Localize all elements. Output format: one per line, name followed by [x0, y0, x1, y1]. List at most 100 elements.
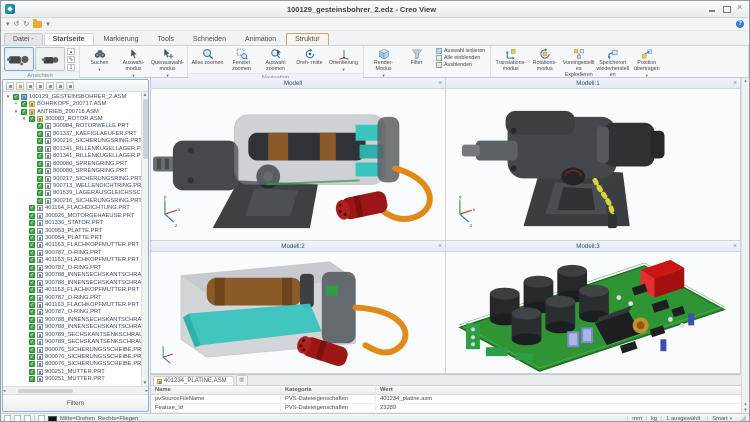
tree-item[interactable]: 900216_SICHERUNGSRING.PRT — [3, 197, 141, 204]
tree-checkbox[interactable] — [37, 168, 43, 174]
tree-checkbox[interactable] — [29, 302, 35, 308]
tree-item[interactable]: 800076_SICHERUNGSSCHEIBE.PRT — [3, 346, 141, 353]
ribbon-toggle-button[interactable]: Ausblenden — [436, 62, 485, 68]
tree-item[interactable]: 900217_SICHERUNGSRING.PRT — [3, 175, 141, 182]
tree-toolbar-icon-7[interactable] — [66, 82, 74, 90]
status-page-icon-2[interactable] — [14, 415, 21, 422]
ribbon-button[interactable]: Querauswahl- modus ▾ — [151, 47, 184, 78]
view-up-icon[interactable]: ▴ — [67, 48, 75, 55]
tree-toolbar-icon-3[interactable] — [26, 82, 34, 90]
tree-item[interactable]: 900788_INNENSECHSKANTSCHRAUBE — [3, 272, 141, 279]
tree-checkbox[interactable] — [21, 109, 27, 115]
tree-checkbox[interactable] — [29, 272, 35, 278]
viewport-canvas[interactable]: y x z — [446, 89, 740, 240]
tree-vertical-scrollbar[interactable]: ▲▼ — [141, 92, 148, 386]
view-edit-icon[interactable]: ✎ — [67, 56, 75, 63]
tree-item[interactable]: 900789_SECHSKANTSENKSCHRAUBE — [3, 331, 141, 338]
tree-item[interactable]: 401163_FLACHKOPFMUTTER.PRT — [3, 286, 141, 293]
tree-toolbar-icon-6[interactable] — [56, 82, 64, 90]
viewport-modell-2[interactable]: Modell:2 × — [151, 241, 446, 374]
tree-horizontal-scrollbar[interactable]: ◂▸ — [3, 386, 148, 394]
viewport-modell-3[interactable]: Modell:3 × — [446, 241, 741, 374]
tree-item[interactable]: 801341_RILLENKUGELLAGER.PRT — [3, 153, 141, 160]
tree-item[interactable]: 300954_PLATTE.PRT — [3, 234, 141, 241]
viewport-canvas[interactable] — [151, 252, 445, 373]
tree-toolbar-icon-1[interactable] — [6, 82, 14, 90]
ribbon-tab[interactable]: Schneiden — [184, 33, 235, 45]
tree-checkbox[interactable] — [29, 205, 35, 211]
status-page-icon-1[interactable] — [4, 415, 11, 422]
viewport-modell-1[interactable]: Modell:1 × — [446, 78, 741, 241]
tree-checkbox[interactable] — [29, 257, 35, 263]
status-page-icon-3[interactable] — [24, 415, 31, 422]
tree-checkbox[interactable] — [37, 146, 43, 152]
tree-item[interactable]: 900787_O-RING.PRT — [3, 294, 141, 301]
tree-item[interactable]: 900788_INNENSECHSKANTSCHRAUBE — [3, 324, 141, 331]
ribbon-toggle-button[interactable]: Auswahl isolieren — [436, 48, 485, 54]
ribbon-button[interactable]: Auswahl- modus ▾ — [117, 47, 150, 78]
tree-item[interactable]: 900216_SICHERUNGSRING.PRT — [3, 138, 141, 145]
tree-item[interactable]: 401163_FLACHKOPFMUTTER.PRT — [3, 242, 141, 249]
properties-secondary-tab[interactable]: ▥ — [236, 375, 248, 385]
tree-checkbox[interactable] — [37, 190, 43, 196]
tree-toolbar-icon-4[interactable] — [36, 82, 44, 90]
tree-item[interactable]: 300984_ROTORWELLE.PRT — [3, 123, 141, 130]
undo-icon[interactable]: ↺ — [14, 21, 20, 28]
tree-checkbox[interactable] — [29, 347, 35, 353]
tree-checkbox[interactable] — [29, 376, 35, 382]
status-screen-icon[interactable] — [38, 415, 45, 422]
tree-item[interactable]: 401163_FLACHKOPFMUTTER.PRT — [3, 257, 141, 264]
tree-checkbox[interactable] — [37, 198, 43, 204]
tree-checkbox[interactable] — [29, 287, 35, 293]
tree-checkbox[interactable] — [37, 161, 43, 167]
redo-icon[interactable]: ↻ — [23, 21, 29, 28]
tree-item[interactable]: 900789_SECHSKANTSENKSCHRAUBE — [3, 338, 141, 345]
tree-item[interactable]: 800076_SICHERUNGSSCHEIBE.PRT — [3, 361, 141, 368]
view-thumbnail-2[interactable] — [35, 47, 65, 71]
tree-checkbox[interactable] — [29, 369, 35, 375]
tree-item[interactable]: 800076_SICHERUNGSSCHEIBE.PRT — [3, 353, 141, 360]
help-icon[interactable]: ? — [736, 20, 744, 28]
tree-checkbox[interactable] — [29, 250, 35, 256]
tree-checkbox[interactable] — [29, 280, 35, 286]
tree-checkbox[interactable] — [29, 361, 35, 367]
tree-checkbox[interactable] — [37, 131, 43, 137]
tree-item[interactable]: 300926_MOTORGEHAEUSE.PRT — [3, 212, 141, 219]
minimize-icon[interactable] — [708, 5, 717, 13]
tree-item[interactable]: 801341_RILLENKUGELLAGER.PRT — [3, 145, 141, 152]
tree-expander-icon[interactable]: + — [13, 101, 19, 107]
close-icon[interactable] — [736, 5, 745, 13]
tree-item[interactable]: 300953_PLATTE.PRT — [3, 227, 141, 234]
ribbon-tab[interactable]: Datei - — [4, 33, 43, 45]
ribbon-tab[interactable]: Animation — [236, 33, 285, 45]
ribbon-tab[interactable]: Struktur — [286, 33, 329, 45]
tree-item[interactable]: 401163_FLACHKOPFMUTTER.PRT — [3, 301, 141, 308]
tree-item[interactable]: 801337_KAEFIGLAEUFER.PRT — [3, 130, 141, 137]
column-wert[interactable]: Wert — [376, 387, 741, 393]
tree-expander-icon[interactable]: ▾ — [5, 94, 11, 100]
tree-item[interactable]: 801539_LAGERAUSGLEICHSSCHEIBE — [3, 190, 141, 197]
tree-checkbox[interactable] — [13, 94, 19, 100]
tree-checkbox[interactable] — [29, 309, 35, 315]
tree-checkbox[interactable] — [29, 116, 35, 122]
tree-checkbox[interactable] — [37, 183, 43, 189]
tree-item[interactable]: 900787_O-RING.PRT — [3, 249, 141, 256]
tree-item[interactable]: 900251_MUTTER.PRT — [3, 376, 141, 383]
tree-checkbox[interactable] — [29, 235, 35, 241]
selection-filter-dropdown[interactable]: Smart▾ — [707, 416, 736, 422]
ribbon-button[interactable]: Fenster zoomen — [225, 47, 258, 73]
filter-button[interactable]: Filtern — [3, 394, 148, 411]
main-vertical-scrollbar[interactable]: ▴▴▾ — [741, 78, 749, 413]
background-color-swatch[interactable] — [48, 416, 57, 422]
tree-item[interactable]: 800080_SPRENGRING.PRT — [3, 167, 141, 174]
tree-item[interactable]: + BOHRKOPF_200717.ASM — [3, 100, 141, 107]
tree-item[interactable]: ▾ 100129_GESTEINSBOHRER_2.ASM — [3, 93, 141, 100]
property-row[interactable]: Feature_Id PVS-Dateieigenschaften 23289 — [151, 404, 741, 413]
ribbon-button[interactable]: Render- Modus ▾ — [367, 47, 400, 78]
tree-checkbox[interactable] — [29, 228, 35, 234]
resize-grip[interactable] — [739, 415, 746, 422]
tree-item[interactable]: ▾ ANTRIEB_200718.ASM — [3, 108, 141, 115]
column-kategorie[interactable]: Kategorie — [281, 387, 376, 393]
tree-item[interactable]: 401164_FLACHDICHTUNG.PRT — [3, 205, 141, 212]
open-folder-icon[interactable] — [33, 21, 42, 28]
